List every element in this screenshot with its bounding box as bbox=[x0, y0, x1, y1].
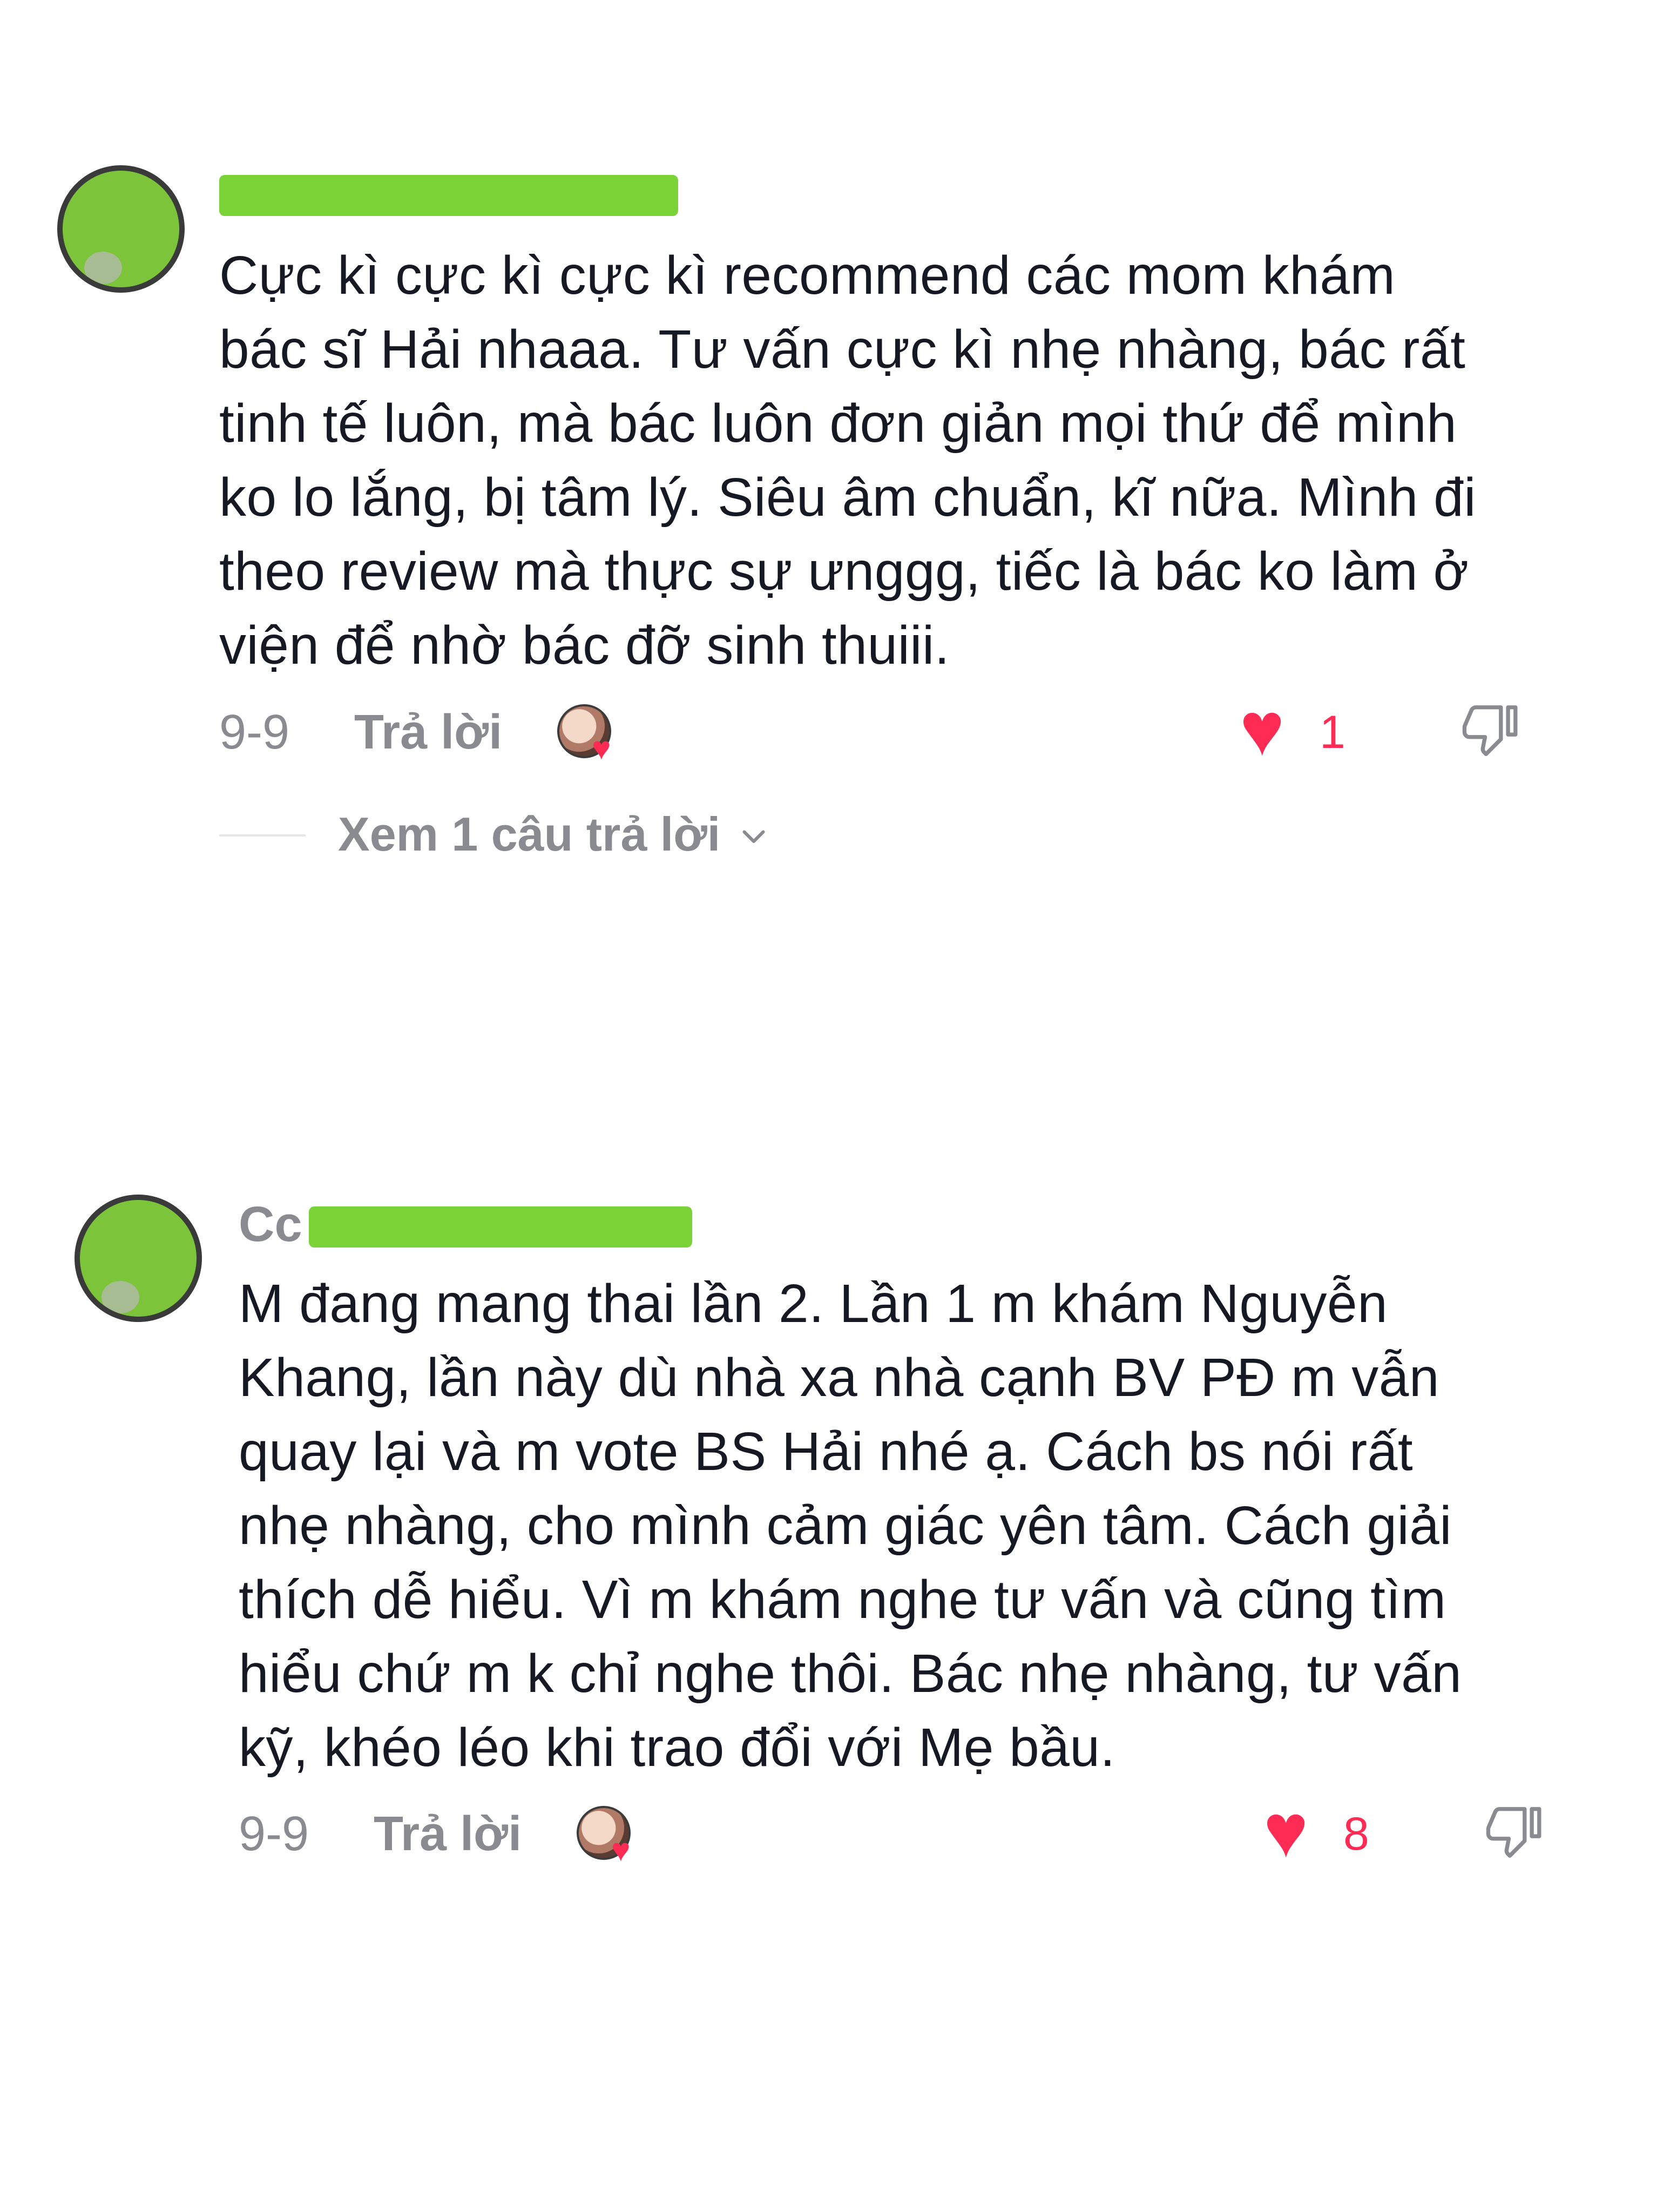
commenter-avatar[interactable] bbox=[57, 165, 185, 293]
chevron-down-icon bbox=[742, 830, 765, 843]
thumbs-down-icon[interactable] bbox=[1461, 700, 1520, 759]
view-replies-label: Xem 1 câu trả lời bbox=[338, 807, 721, 861]
commenter-name[interactable] bbox=[219, 167, 684, 232]
commenter-avatar[interactable] bbox=[75, 1195, 202, 1322]
name-redaction bbox=[219, 175, 678, 216]
comment-meta: 9-9 Trả lời ♥ bbox=[219, 700, 1547, 765]
creator-heart-icon: ♥ bbox=[592, 730, 611, 766]
commenter-name-text: Cc bbox=[239, 1197, 302, 1252]
like-button[interactable]: ♥ 1 bbox=[1240, 686, 1348, 771]
view-replies-button[interactable]: Xem 1 câu trả lời bbox=[219, 805, 813, 864]
commenter-name[interactable]: Cc bbox=[239, 1195, 703, 1259]
like-count: 8 bbox=[1343, 1808, 1369, 1860]
comment-date: 9-9 bbox=[219, 705, 290, 759]
reply-button[interactable]: Trả lời bbox=[374, 1802, 522, 1866]
like-button[interactable]: ♥ 8 bbox=[1263, 1788, 1382, 1873]
thumbs-down-icon[interactable] bbox=[1485, 1802, 1544, 1861]
heart-icon: ♥ bbox=[1263, 1788, 1309, 1873]
name-redaction bbox=[309, 1206, 692, 1247]
reply-button[interactable]: Trả lời bbox=[354, 700, 502, 765]
replies-divider bbox=[219, 834, 306, 837]
creator-heart-icon: ♥ bbox=[611, 1832, 631, 1868]
comment-date: 9-9 bbox=[239, 1807, 309, 1861]
comment-text: Cực kì cực kì cực kì recommend các mom k… bbox=[219, 245, 1476, 676]
heart-icon: ♥ bbox=[1240, 686, 1285, 771]
like-count: 1 bbox=[1320, 706, 1345, 758]
comment-text: M đang mang thai lần 2. Lần 1 m khám Ngu… bbox=[239, 1273, 1462, 1778]
